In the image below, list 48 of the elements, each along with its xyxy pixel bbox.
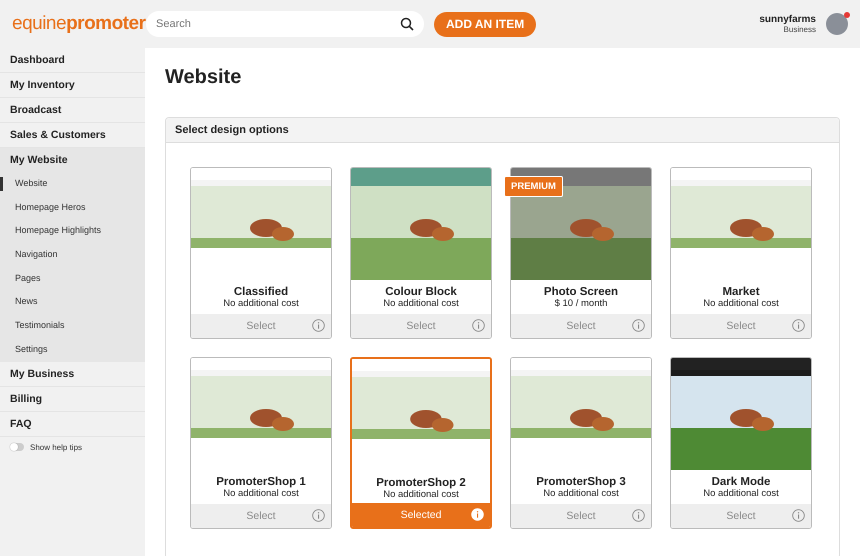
sidebar-subitem[interactable]: Pages <box>0 266 145 290</box>
sidebar-subitem[interactable]: Settings <box>0 338 145 362</box>
design-card[interactable]: Classified No additional cost Select <box>190 167 332 339</box>
user-name[interactable]: sunnyfarms <box>759 14 816 25</box>
design-price: No additional cost <box>542 488 620 499</box>
design-card[interactable]: PromoterShop 1 No additional cost Select <box>190 357 332 529</box>
info-icon[interactable] <box>312 509 325 522</box>
info-icon[interactable] <box>792 509 805 522</box>
sidebar-subitem[interactable]: Testimonials <box>0 314 145 338</box>
search-icon[interactable] <box>400 17 414 31</box>
sidebar-subitem[interactable]: News <box>0 290 145 314</box>
panel-title: Select design options <box>166 118 839 143</box>
design-price: No additional cost <box>702 298 780 309</box>
sidebar-subitem[interactable]: Homepage Heros <box>0 196 145 220</box>
info-icon[interactable] <box>792 319 805 332</box>
design-price: No additional cost <box>702 488 780 499</box>
design-price: No additional cost <box>222 298 300 309</box>
sidebar-subitem[interactable]: Homepage Highlights <box>0 219 145 244</box>
sidebar-subitem[interactable]: Website <box>0 172 145 196</box>
design-name: Dark Mode <box>710 476 772 488</box>
design-price: $ 10 / month <box>554 298 608 309</box>
design-name: PromoterShop 1 <box>215 476 307 488</box>
design-name: Photo Screen <box>542 286 620 298</box>
design-name: Colour Block <box>384 286 458 298</box>
sidebar-item[interactable]: My Website <box>0 148 145 172</box>
design-name: PromoterShop 2 <box>375 477 467 489</box>
toggle-label: Show help tips <box>30 442 82 452</box>
design-card[interactable]: Dark Mode No additional cost Select <box>670 357 812 529</box>
design-name: PromoterShop 3 <box>535 476 627 488</box>
design-name: Classified <box>232 286 290 298</box>
design-price: No additional cost <box>382 298 460 309</box>
premium-badge: PREMIUM <box>504 176 563 197</box>
info-icon[interactable] <box>472 319 485 332</box>
user-role: Business <box>782 25 816 34</box>
info-icon[interactable] <box>632 319 645 332</box>
page-title: Website <box>165 66 242 89</box>
design-price: No additional cost <box>222 488 300 499</box>
toggle-switch[interactable] <box>10 443 24 451</box>
info-icon[interactable] <box>632 509 645 522</box>
sidebar-subitem[interactable]: Navigation <box>0 243 145 267</box>
design-name: Market <box>721 286 761 298</box>
design-card[interactable]: Market No additional cost Select <box>670 167 812 339</box>
design-price: No additional cost <box>382 489 460 500</box>
design-card[interactable]: PromoterShop 3 No additional cost Select <box>510 357 652 529</box>
design-card[interactable]: Colour Block No additional cost Select <box>350 167 492 339</box>
avatar[interactable] <box>826 13 848 35</box>
search-field[interactable]: Search <box>146 11 424 37</box>
info-icon[interactable] <box>312 319 325 332</box>
